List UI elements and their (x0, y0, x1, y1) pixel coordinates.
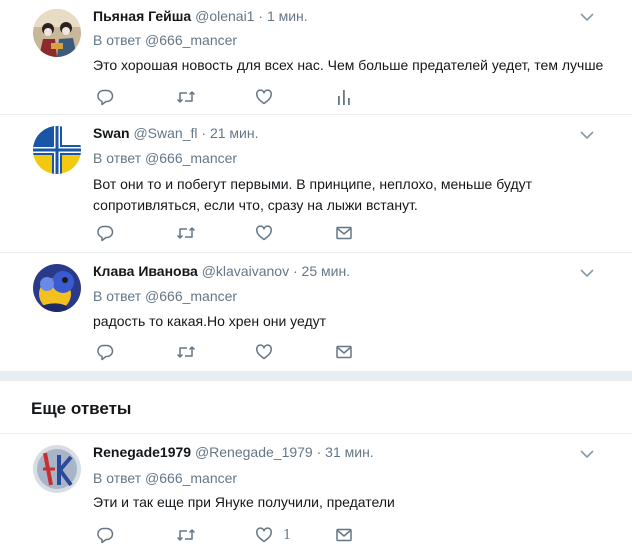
reply-prefix: В ответ (93, 32, 142, 48)
author-name[interactable]: Swan (93, 125, 130, 141)
tweet[interactable]: Swan @Swan_fl · 21 мин. В ответ @666_man… (0, 116, 632, 253)
reply-prefix: В ответ (93, 288, 142, 304)
avatar[interactable] (33, 9, 81, 57)
tweet-text: Эти и так еще при Януке получили, предат… (93, 494, 395, 510)
tweet[interactable]: Клава Иванова @klavaivanov · 25 мин. В о… (0, 254, 632, 371)
message-button[interactable] (335, 223, 353, 243)
author-handle[interactable]: @olenai1 (195, 8, 254, 24)
tweet[interactable]: Renegade1979 @Renegade_1979 · 31 мин. В … (0, 434, 632, 549)
more-replies-heading: Еще ответы (31, 399, 132, 418)
retweet-button[interactable] (176, 525, 196, 545)
timestamp[interactable]: 31 мин. (325, 444, 374, 460)
tweet-actions: 1 (93, 525, 613, 545)
avatar[interactable] (33, 264, 81, 312)
like-icon (256, 527, 272, 543)
avatar[interactable] (33, 126, 81, 174)
tweet-header: Клава Иванова @klavaivanov · 25 мин. (93, 263, 350, 279)
chevron-down-icon[interactable] (580, 130, 594, 140)
reply-mention[interactable]: @666_mancer (145, 150, 237, 166)
retweet-button[interactable] (176, 223, 196, 243)
timestamp[interactable]: 1 мин. (267, 8, 308, 24)
analytics-button[interactable] (336, 87, 352, 107)
reply-button[interactable] (96, 223, 114, 243)
reply-button[interactable] (96, 342, 114, 362)
retweet-button[interactable] (176, 87, 196, 107)
reply-icon (97, 89, 114, 106)
chevron-down-icon[interactable] (580, 449, 594, 459)
avatar[interactable] (33, 445, 81, 493)
reply-icon (97, 527, 114, 544)
section-divider (0, 371, 632, 381)
tweet-text: Это хорошая новость для всех нас. Чем бо… (93, 57, 604, 73)
message-icon (336, 345, 352, 359)
retweet-button[interactable] (176, 342, 196, 362)
separator: · (316, 444, 322, 460)
separator: · (258, 8, 264, 24)
chevron-down-icon[interactable] (580, 12, 594, 22)
reply-button[interactable] (96, 525, 114, 545)
like-button[interactable]: 1 (255, 525, 291, 545)
author-name[interactable]: Renegade1979 (93, 444, 191, 460)
reply-button[interactable] (96, 87, 114, 107)
reply-mention[interactable]: @666_mancer (145, 470, 237, 486)
tweet-text: радость то какая.Но хрен они уедут (93, 313, 327, 329)
tweet-actions (93, 342, 613, 362)
tweet-actions (93, 223, 613, 243)
reply-mention[interactable]: @666_mancer (145, 288, 237, 304)
author-name[interactable]: Клава Иванова (93, 263, 198, 279)
reply-context: В ответ @666_mancer (93, 470, 237, 486)
author-handle[interactable]: @Renegade_1979 (195, 444, 313, 460)
tweet-text: Вот они то и побегут первыми. В принципе… (93, 176, 533, 213)
reply-prefix: В ответ (93, 150, 142, 166)
retweet-icon (176, 91, 196, 103)
analytics-icon (338, 90, 350, 105)
message-button[interactable] (335, 525, 353, 545)
tweet-header: Пьяная Гейша @olenai1 · 1 мин. (93, 8, 308, 24)
like-icon (256, 89, 272, 105)
timestamp[interactable]: 25 мин. (302, 263, 351, 279)
reply-icon (97, 344, 114, 361)
like-count: 1 (283, 527, 292, 543)
reply-context: В ответ @666_mancer (93, 32, 237, 48)
chevron-down-icon[interactable] (580, 268, 594, 278)
message-icon (336, 528, 352, 542)
author-handle[interactable]: @klavaivanov (202, 263, 289, 279)
like-button[interactable] (255, 223, 273, 243)
like-button[interactable] (255, 342, 273, 362)
retweet-icon (176, 346, 196, 358)
like-button[interactable] (255, 87, 273, 107)
tweet[interactable]: Пьяная Гейша @olenai1 · 1 мин. В ответ @… (0, 0, 632, 115)
author-name[interactable]: Пьяная Гейша (93, 8, 191, 24)
tweet-actions (93, 87, 613, 107)
message-icon (336, 226, 352, 240)
separator: · (292, 263, 298, 279)
separator: · (201, 125, 207, 141)
like-icon (256, 344, 272, 360)
author-handle[interactable]: @Swan_fl (133, 125, 197, 141)
like-icon (256, 225, 272, 241)
reply-context: В ответ @666_mancer (93, 150, 237, 166)
reply-context: В ответ @666_mancer (93, 288, 237, 304)
timestamp[interactable]: 21 мин. (210, 125, 259, 141)
retweet-icon (176, 529, 196, 541)
reply-icon (97, 225, 114, 242)
reply-prefix: В ответ (93, 470, 142, 486)
tweet-header: Renegade1979 @Renegade_1979 · 31 мин. (93, 444, 374, 460)
reply-mention[interactable]: @666_mancer (145, 32, 237, 48)
message-button[interactable] (335, 342, 353, 362)
tweet-header: Swan @Swan_fl · 21 мин. (93, 125, 258, 141)
retweet-icon (176, 227, 196, 239)
